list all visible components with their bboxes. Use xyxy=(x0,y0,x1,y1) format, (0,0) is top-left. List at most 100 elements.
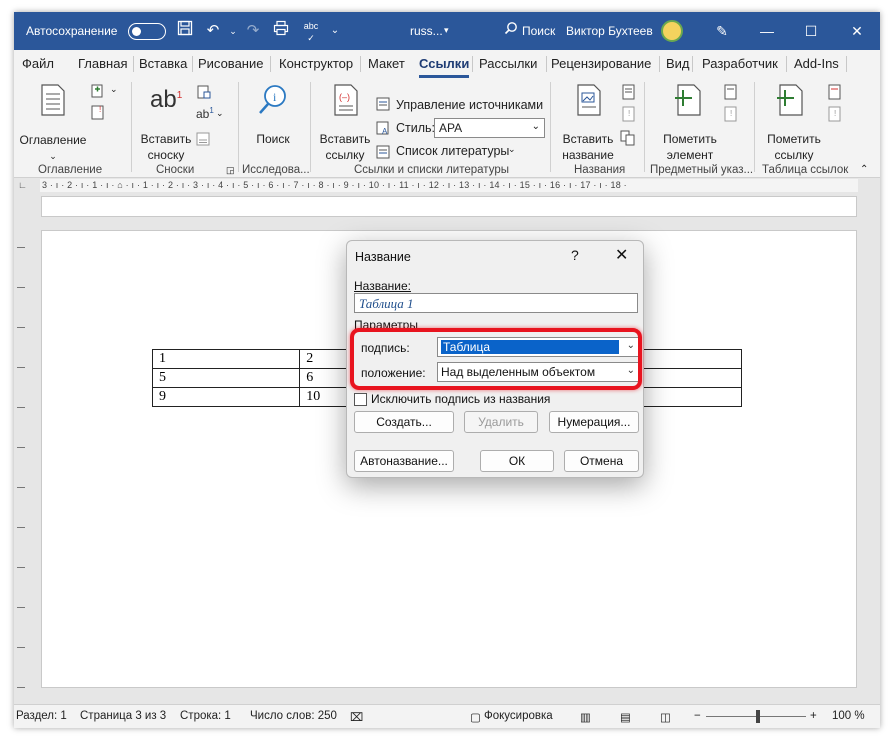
print-layout-icon[interactable]: ▤ xyxy=(620,710,631,724)
vertical-ruler[interactable] xyxy=(14,227,28,697)
ruler-tick xyxy=(17,567,25,568)
next-footnote-icon[interactable]: ab1 xyxy=(196,106,214,121)
tab-developer[interactable]: Разработчик xyxy=(702,56,778,71)
tab-mailings[interactable]: Рассылки xyxy=(479,56,537,71)
table-cell[interactable]: 1 xyxy=(151,349,301,369)
tab-references[interactable]: Ссылки xyxy=(419,56,470,78)
customize-toolbar-icon[interactable]: ⌄ xyxy=(324,20,346,42)
insert-table-of-figures-icon[interactable] xyxy=(622,84,636,103)
update-index-icon[interactable]: ! xyxy=(724,106,738,125)
print-icon[interactable] xyxy=(270,20,292,42)
word-count[interactable]: Число слов: 250 xyxy=(250,710,337,722)
ribbon-tabs: Файл Главная Вставка Рисование Конструкт… xyxy=(14,50,880,78)
search-icon[interactable] xyxy=(500,20,522,42)
delete-label-button[interactable]: Удалить xyxy=(464,411,538,433)
exclude-label-text[interactable]: Исключить подпись из названия xyxy=(371,392,550,406)
close-icon[interactable]: ✕ xyxy=(615,245,628,265)
read-mode-icon[interactable]: ▥ xyxy=(580,710,591,724)
zoom-out-button[interactable]: − xyxy=(694,710,701,722)
tab-add-ins[interactable]: Add-Ins xyxy=(794,56,839,71)
close-window-icon[interactable]: ✕ xyxy=(844,20,870,42)
group-divider xyxy=(131,82,132,172)
autosave-toggle[interactable] xyxy=(128,23,166,40)
tab-review[interactable]: Рецензирование xyxy=(551,56,651,71)
manage-sources-button[interactable]: Управление источниками xyxy=(396,98,543,112)
svg-text:!: ! xyxy=(834,109,836,118)
tab-design[interactable]: Конструктор xyxy=(279,56,353,71)
add-text-dropdown-icon[interactable]: ⌄ xyxy=(110,84,118,95)
footnotes-dialog-launcher-icon[interactable]: ◲ xyxy=(226,165,235,176)
horizontal-ruler[interactable]: ∟ 3 · ı · 2 · ı · 1 · ı · ⌂ · ı · 1 · ı … xyxy=(14,179,880,193)
line-indicator[interactable]: Строка: 1 xyxy=(180,710,231,722)
ruler-tick xyxy=(17,287,25,288)
insert-caption-button[interactable]: Вставить название xyxy=(556,131,620,163)
bibliography-dropdown-icon[interactable]: ⌄ xyxy=(508,144,516,155)
tab-selector-icon[interactable]: ∟ xyxy=(18,180,27,190)
caption-input[interactable]: Таблица 1 xyxy=(354,293,638,313)
undo-icon[interactable]: ↶ xyxy=(202,20,224,42)
cancel-button[interactable]: Отмена xyxy=(564,450,639,472)
mark-entry-button[interactable]: Пометить элемент xyxy=(654,131,726,163)
researcher-button[interactable]: Поиск xyxy=(250,131,296,147)
proofing-icon[interactable]: ⌧ xyxy=(350,710,363,724)
table-cell[interactable]: 9 xyxy=(151,387,301,407)
show-notes-icon[interactable] xyxy=(196,132,210,149)
spelling-icon[interactable]: abc ✓ xyxy=(300,20,322,43)
collapse-ribbon-icon[interactable]: ⌃ xyxy=(860,164,868,175)
redo-icon[interactable]: ↷ xyxy=(242,20,264,42)
insert-index-icon[interactable] xyxy=(724,84,738,103)
zoom-in-button[interactable]: + xyxy=(810,710,817,722)
section-indicator[interactable]: Раздел: 1 xyxy=(16,710,67,722)
group-divider xyxy=(550,82,551,172)
focus-mode-button[interactable]: Фокусировка xyxy=(484,710,553,722)
add-text-icon[interactable] xyxy=(90,82,106,101)
doc-name-dropdown-icon[interactable]: ▾ xyxy=(444,25,449,36)
tab-file[interactable]: Файл xyxy=(22,56,54,71)
caption-label: Название: xyxy=(354,279,411,293)
web-layout-icon[interactable]: ◫ xyxy=(660,710,671,724)
insert-footnote-button[interactable]: Вставить сноску xyxy=(138,131,194,163)
citation-style-select[interactable]: APA ⌄ xyxy=(434,118,545,138)
ok-button[interactable]: ОК xyxy=(480,450,554,472)
table-cell[interactable]: 5 xyxy=(151,368,301,388)
insert-endnote-icon[interactable] xyxy=(196,84,212,103)
tab-home[interactable]: Главная xyxy=(78,56,127,71)
minimize-icon[interactable]: — xyxy=(754,20,780,42)
tab-divider xyxy=(360,56,361,72)
undo-dropdown-icon[interactable]: ⌄ xyxy=(222,20,244,42)
search-box[interactable]: Поиск xyxy=(522,24,555,38)
page-indicator[interactable]: Страница 3 из 3 xyxy=(80,710,166,722)
numbering-button[interactable]: Нумерация... xyxy=(549,411,639,433)
update-table-of-authorities-icon[interactable]: ! xyxy=(828,106,842,125)
table-of-contents-button[interactable]: Оглавление ⌄ xyxy=(18,132,88,164)
autocaption-button[interactable]: Автоназвание... xyxy=(354,450,454,472)
group-research-label: Исследова... xyxy=(242,164,310,176)
update-table-of-figures-icon[interactable]: ! xyxy=(622,106,636,125)
tab-view[interactable]: Вид xyxy=(666,56,690,71)
insert-table-of-authorities-icon[interactable] xyxy=(828,84,842,103)
next-footnote-dropdown-icon[interactable]: ⌄ xyxy=(216,108,224,119)
pen-icon[interactable]: ✎ xyxy=(709,20,735,42)
help-icon[interactable]: ? xyxy=(571,247,579,263)
group-index-label: Предметный указ... xyxy=(650,164,754,176)
tab-layout[interactable]: Макет xyxy=(368,56,405,71)
tab-insert[interactable]: Вставка xyxy=(139,56,187,71)
save-icon[interactable] xyxy=(174,20,196,42)
tab-draw[interactable]: Рисование xyxy=(198,56,263,71)
bibliography-button[interactable]: Список литературы xyxy=(396,144,509,158)
update-table-icon[interactable]: ! xyxy=(90,104,106,123)
new-label-button[interactable]: Создать... xyxy=(354,411,454,433)
mark-citation-button[interactable]: Пометить ссылку xyxy=(758,131,830,163)
zoom-slider-thumb[interactable] xyxy=(756,710,760,723)
avatar[interactable] xyxy=(661,20,683,42)
group-divider xyxy=(310,82,311,172)
exclude-label-checkbox[interactable] xyxy=(354,393,367,406)
user-name[interactable]: Виктор Бухтеев xyxy=(566,24,653,38)
style-label: Стиль: xyxy=(396,121,436,135)
ruler-tick xyxy=(17,407,25,408)
cross-reference-icon[interactable] xyxy=(620,130,636,149)
insert-citation-button[interactable]: Вставить ссылку xyxy=(314,131,376,163)
zoom-level[interactable]: 100 % xyxy=(832,710,865,722)
maximize-icon[interactable]: ☐ xyxy=(798,20,824,42)
document-name[interactable]: russ... xyxy=(410,24,443,38)
